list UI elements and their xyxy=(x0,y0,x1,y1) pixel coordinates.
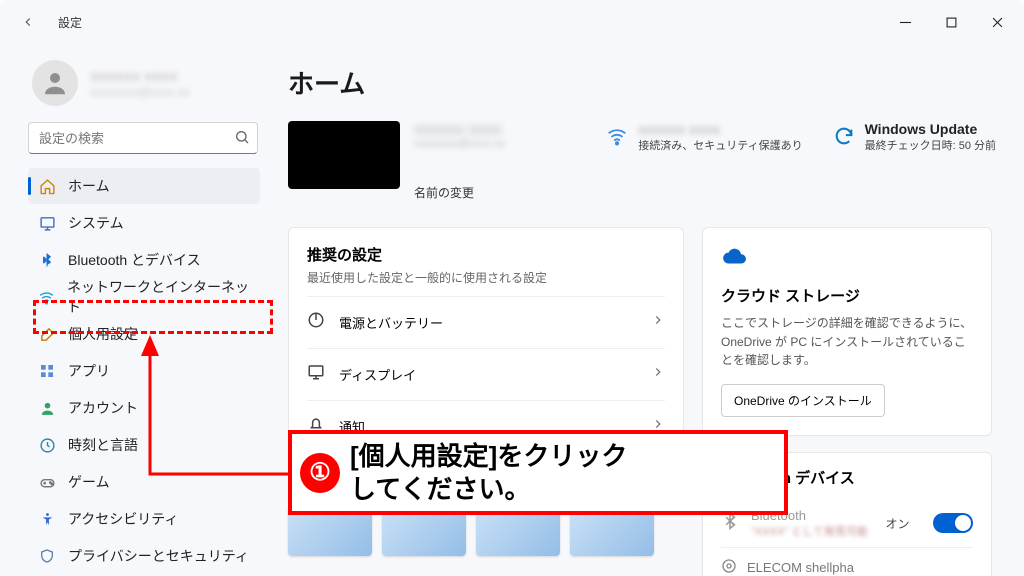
nav-system[interactable]: システム xyxy=(28,205,260,241)
cloud-icon xyxy=(721,244,973,275)
nav: ホーム システム Bluetooth とデバイス ネットワークとインターネット … xyxy=(28,168,260,576)
settings-window: 設定 xxxxxx xxxx xxxxxxxx@xxxx.xx xyxy=(0,0,1024,576)
wu-sub: 最終チェック日時: 50 分前 xyxy=(865,137,996,153)
chevron-right-icon xyxy=(651,313,665,332)
nav-label: システム xyxy=(68,213,124,233)
user-name: xxxxxx xxxx xyxy=(90,68,190,85)
power-icon xyxy=(307,311,325,334)
minimize-button[interactable] xyxy=(882,6,928,38)
close-button[interactable] xyxy=(974,6,1020,38)
maximize-button[interactable] xyxy=(928,6,974,38)
pc-block[interactable]: xxxxxx xxxx xxxxxxxx@xxxx.xx 名前の変更 xyxy=(288,121,505,201)
nav-label: アプリ xyxy=(68,361,110,381)
cloud-title: クラウド ストレージ xyxy=(721,285,973,306)
search-input[interactable] xyxy=(28,122,258,154)
nav-home[interactable]: ホーム xyxy=(28,168,260,204)
desktop-thumbnail xyxy=(288,121,400,189)
device-icon xyxy=(721,558,737,576)
sync-icon xyxy=(833,125,855,150)
nav-bluetooth[interactable]: Bluetooth とデバイス xyxy=(28,242,260,278)
pc-model: xxxxxxxx@xxxx.xx xyxy=(414,138,505,150)
cloud-card: クラウド ストレージ ここでストレージの詳細を確認できるように、OneDrive… xyxy=(702,227,992,436)
bt-on-label: オン xyxy=(885,515,909,532)
sidebar: xxxxxx xxxx xxxxxxxx@xxxx.xx ホーム システム xyxy=(0,44,270,576)
nav-label: プライバシーとセキュリティ xyxy=(68,546,249,566)
install-onedrive-button[interactable]: OneDrive のインストール xyxy=(721,384,885,417)
display-icon xyxy=(307,363,325,386)
privacy-icon xyxy=(38,547,56,565)
nav-personalization[interactable]: 個人用設定 xyxy=(28,316,260,352)
nav-label: 時刻と言語 xyxy=(68,435,138,455)
nav-gaming[interactable]: ゲーム xyxy=(28,464,260,500)
bt-device-row[interactable]: ELECOM shellpha xyxy=(721,547,973,576)
page-title: ホーム xyxy=(288,64,996,101)
annotation-number: ① xyxy=(300,453,340,493)
nav-network[interactable]: ネットワークとインターネット xyxy=(28,279,260,315)
nav-label: ホーム xyxy=(68,176,110,196)
nav-label: アカウント xyxy=(68,398,138,418)
gaming-icon xyxy=(38,473,56,491)
bluetooth-icon xyxy=(721,512,739,535)
row-display[interactable]: ディスプレイ xyxy=(307,348,665,400)
row-label: ディスプレイ xyxy=(339,365,637,384)
wifi-status[interactable]: xxxxxx xxxx 接続済み、セキュリティ保護あり xyxy=(606,121,802,153)
titlebar: 設定 xyxy=(0,0,1024,44)
nav-label: 個人用設定 xyxy=(68,324,138,344)
nav-label: Bluetooth とデバイス xyxy=(68,250,201,270)
search-icon xyxy=(234,129,250,150)
system-icon xyxy=(38,214,56,232)
personalize-icon xyxy=(38,325,56,343)
wifi-ssid: xxxxxx xxxx xyxy=(638,121,802,137)
wifi-sub: 接続済み、セキュリティ保護あり xyxy=(638,137,802,153)
nav-account[interactable]: アカウント xyxy=(28,390,260,426)
wifi-icon xyxy=(38,288,55,306)
info-row: xxxxxx xxxx xxxxxxxx@xxxx.xx 名前の変更 xxxxx… xyxy=(288,121,996,201)
bluetooth-toggle[interactable] xyxy=(933,513,973,533)
recommended-card: 推奨の設定 最近使用した設定と一般的に使用される設定 電源とバッテリー ディスプ… xyxy=(288,227,684,457)
cloud-desc: ここでストレージの詳細を確認できるように、OneDrive が PC にインスト… xyxy=(721,314,973,370)
time-icon xyxy=(38,436,56,454)
row-power[interactable]: 電源とバッテリー xyxy=(307,296,665,348)
wu-status[interactable]: Windows Update 最終チェック日時: 50 分前 xyxy=(833,121,996,153)
accessibility-icon xyxy=(38,510,56,528)
nav-time[interactable]: 時刻と言語 xyxy=(28,427,260,463)
nav-label: ゲーム xyxy=(68,472,110,492)
nav-accessibility[interactable]: アクセシビリティ xyxy=(28,501,260,537)
annotation-callout: ① [個人用設定]をクリックしてください。 xyxy=(288,430,788,515)
avatar xyxy=(32,60,78,106)
user-block[interactable]: xxxxxx xxxx xxxxxxxx@xxxx.xx xyxy=(28,54,264,122)
wu-title: Windows Update xyxy=(865,121,996,137)
app-title: 設定 xyxy=(58,14,82,31)
pc-name: xxxxxx xxxx xyxy=(414,121,505,138)
back-button[interactable] xyxy=(12,6,44,38)
nav-apps[interactable]: アプリ xyxy=(28,353,260,389)
recommended-title: 推奨の設定 xyxy=(307,244,665,265)
apps-icon xyxy=(38,362,56,380)
nav-privacy[interactable]: プライバシーとセキュリティ xyxy=(28,538,260,574)
annotation-text: [個人用設定]をクリックしてください。 xyxy=(350,440,627,505)
search-field[interactable] xyxy=(28,122,258,154)
bt-device-name: ELECOM shellpha xyxy=(747,560,854,575)
nav-label: ネットワークとインターネット xyxy=(67,277,250,317)
home-icon xyxy=(38,177,56,195)
recommended-sub: 最近使用した設定と一般的に使用される設定 xyxy=(307,269,665,286)
row-label: 電源とバッテリー xyxy=(339,313,637,332)
chevron-right-icon xyxy=(651,365,665,384)
bt-sub: "XXXX" として発見可能 xyxy=(751,523,868,539)
wifi-icon xyxy=(606,125,628,150)
user-mail: xxxxxxxx@xxxx.xx xyxy=(90,85,190,99)
account-icon xyxy=(38,399,56,417)
bluetooth-icon xyxy=(38,251,56,269)
rename-link[interactable]: 名前の変更 xyxy=(414,184,505,201)
nav-label: アクセシビリティ xyxy=(68,509,178,529)
